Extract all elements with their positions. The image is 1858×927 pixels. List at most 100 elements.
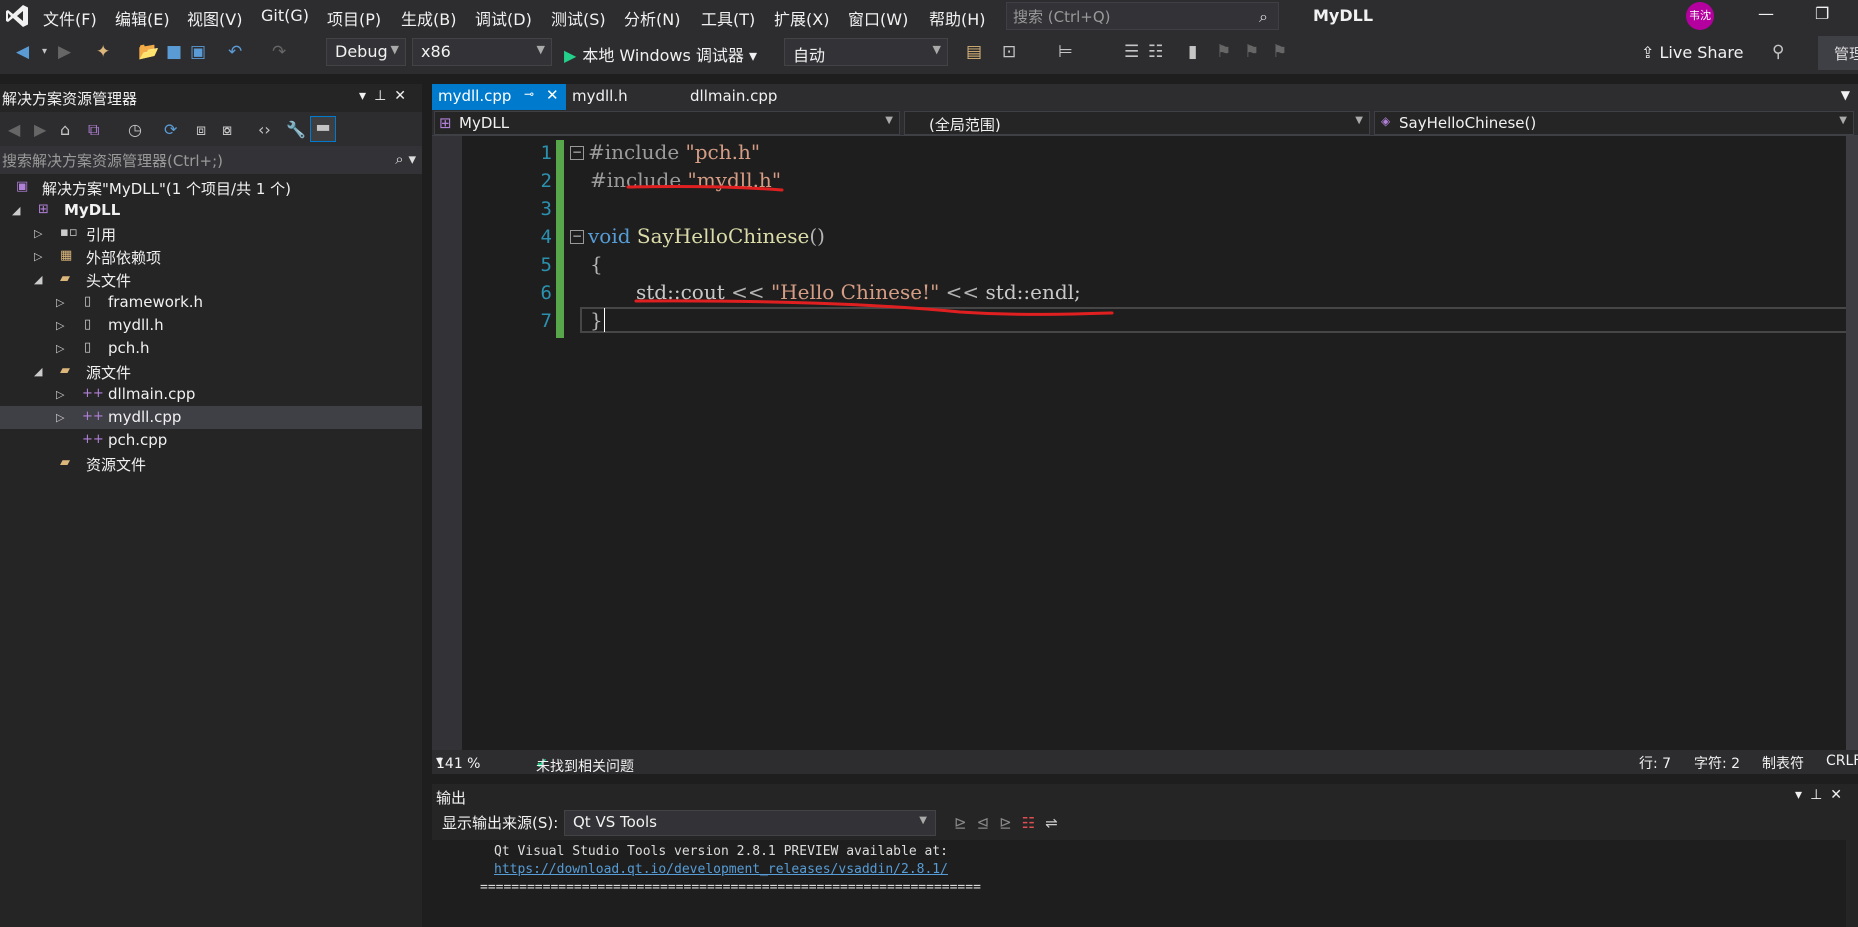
tree-item-references[interactable]: ▷ ▪▫ 引用 <box>0 222 422 245</box>
code-view-icon[interactable]: ‹› <box>258 120 271 139</box>
manage-button[interactable]: 管理 <box>1818 36 1858 70</box>
tree-item-solution[interactable]: ▣ 解决方案"MyDLL"(1 个项目/共 1 个) <box>0 176 422 199</box>
code-line[interactable]: } <box>590 308 612 332</box>
save-all-icon[interactable]: ▣ <box>190 42 206 62</box>
open-folder-icon[interactable]: 📂 <box>138 42 159 62</box>
tree-item-pch-h[interactable]: ▷ ▯ pch.h <box>0 337 422 360</box>
forward-icon[interactable]: ▶ <box>34 120 46 139</box>
collapsed-arrow-icon[interactable]: ▷ <box>56 388 64 401</box>
show-all-files-icon[interactable]: ⧇ <box>222 120 232 140</box>
prev-message-icon[interactable]: ⊴ <box>977 814 1000 832</box>
redo-icon[interactable]: ↷ <box>272 42 286 62</box>
dropdown-icon[interactable]: ▾ <box>359 88 374 104</box>
tree-item-source-files[interactable]: ◢ ▰ 源文件 <box>0 360 422 383</box>
tree-item-mydll-cpp[interactable]: ▷ ++ mydll.cpp <box>0 406 422 429</box>
auto-select[interactable]: 自动 ▼ <box>784 38 948 66</box>
menu-analyze[interactable]: 分析(N) <box>624 6 680 30</box>
menu-project[interactable]: 项目(P) <box>327 6 381 30</box>
solution-search-input[interactable]: 搜索解决方案资源管理器(Ctrl+;) ⌕ ▾ <box>0 146 422 174</box>
uncomment-icon[interactable]: ☷ <box>1148 42 1163 62</box>
member-dropdown[interactable]: ◈ SayHelloChinese() ▼ <box>1374 111 1854 135</box>
tree-item-pch-cpp[interactable]: ++ pch.cpp <box>0 429 422 452</box>
code-line[interactable]: void SayHelloChinese() <box>588 224 825 248</box>
new-project-icon[interactable]: ✦ <box>96 42 110 62</box>
find-message-icon[interactable]: ⊵ <box>954 814 977 832</box>
back-icon[interactable]: ◀ <box>16 42 29 62</box>
menu-debug[interactable]: 调试(D) <box>475 6 532 30</box>
collapse-icon[interactable]: − <box>570 146 584 160</box>
word-wrap-icon[interactable]: ⇌ <box>1045 814 1068 832</box>
screenshot-icon[interactable]: ⊡ <box>1002 42 1016 62</box>
pending-changes-icon[interactable]: ◷ <box>128 120 142 139</box>
output-link[interactable]: https://download.qt.io/development_relea… <box>494 862 948 877</box>
project-dropdown[interactable]: ⊞ MyDLL ▼ <box>434 111 900 135</box>
switch-views-icon[interactable]: ⧉ <box>88 120 99 140</box>
expanded-arrow-icon[interactable]: ◢ <box>12 204 20 217</box>
menu-build[interactable]: 生成(B) <box>401 6 456 30</box>
tree-item-external-deps[interactable]: ▷ ▦ 外部依赖项 <box>0 245 422 268</box>
code-line[interactable]: #include "pch.h" <box>588 140 760 164</box>
tree-item-framework-h[interactable]: ▷ ▯ framework.h <box>0 291 422 314</box>
collapsed-arrow-icon[interactable]: ▷ <box>34 250 42 263</box>
avatar[interactable]: 韦沈 <box>1686 2 1714 30</box>
next-message-icon[interactable]: ⊵ <box>999 814 1022 832</box>
collapsed-arrow-icon[interactable]: ▷ <box>56 411 64 424</box>
collapse-all-icon[interactable]: ⧈ <box>196 120 206 140</box>
bookmark-prev-icon[interactable]: ⚑ <box>1216 42 1231 62</box>
tab-mydll-h[interactable]: mydll.h <box>566 84 676 110</box>
vertical-scrollbar[interactable] <box>1846 136 1858 750</box>
tree-item-project[interactable]: ◢ ⊞ MyDLL <box>0 199 422 222</box>
preview-selected-icon[interactable]: ▬ <box>310 116 336 142</box>
collapsed-arrow-icon[interactable]: ▷ <box>56 342 64 355</box>
bookmark-next-icon[interactable]: ⚑ <box>1244 42 1259 62</box>
eol-indicator[interactable]: CRLF <box>1826 753 1858 769</box>
tab-list-dropdown-icon[interactable]: ▼ <box>1841 88 1850 102</box>
menu-window[interactable]: 窗口(W) <box>848 6 908 30</box>
bookmark-clear-icon[interactable]: ⚑ <box>1272 42 1287 62</box>
bookmark-icon[interactable]: ▮ <box>1188 42 1197 62</box>
zoom-level[interactable]: 141 % ▾ <box>436 753 480 772</box>
tab-mydll-cpp[interactable]: mydll.cpp ⊸ ✕ <box>432 84 566 110</box>
minimize-icon[interactable]: — <box>1758 4 1774 23</box>
menu-edit[interactable]: 编辑(E) <box>115 6 170 30</box>
expanded-arrow-icon[interactable]: ◢ <box>34 273 42 286</box>
pin-icon[interactable]: ⊥ <box>374 88 394 104</box>
tabs-indicator[interactable]: 制表符 <box>1762 753 1804 773</box>
comment-icon[interactable]: ☰ <box>1124 42 1139 62</box>
close-icon[interactable]: ✕ <box>546 86 559 104</box>
sync-icon[interactable]: ⟳ <box>164 120 177 139</box>
home-icon[interactable]: ⌂ <box>60 120 70 139</box>
tree-item-dllmain-cpp[interactable]: ▷ ++ dllmain.cpp <box>0 383 422 406</box>
platform-select[interactable]: x86 ▼ <box>412 38 552 66</box>
restore-icon[interactable]: ❐ <box>1815 4 1829 23</box>
start-debugging-button[interactable]: ▶ 本地 Windows 调试器 ▾ <box>564 42 757 66</box>
menu-extensions[interactable]: 扩展(X) <box>774 6 829 30</box>
close-icon[interactable]: ✕ <box>394 88 414 104</box>
save-icon[interactable]: ■ <box>166 42 182 62</box>
line-indicator[interactable]: 行: 7 <box>1639 753 1671 773</box>
expanded-arrow-icon[interactable]: ◢ <box>34 365 42 378</box>
menu-test[interactable]: 测试(S) <box>551 6 606 30</box>
tab-dllmain-cpp[interactable]: dllmain.cpp <box>684 84 814 110</box>
code-editor[interactable]: 1 2 3 4 5 6 7 − − #include "pch.h" #incl… <box>432 136 1858 750</box>
code-line[interactable]: { <box>590 252 603 276</box>
collapsed-arrow-icon[interactable]: ▷ <box>56 296 64 309</box>
menu-file[interactable]: 文件(F) <box>43 6 97 30</box>
code-line[interactable]: #include "mydll.h" <box>590 168 781 192</box>
forward-icon[interactable]: ▶ <box>58 42 71 62</box>
menu-git[interactable]: Git(G) <box>261 6 309 25</box>
collapse-icon[interactable]: − <box>570 230 584 244</box>
pin-icon[interactable]: ⊥ <box>1810 787 1830 803</box>
tree-item-resource-files[interactable]: ▰ 资源文件 <box>0 452 422 475</box>
menu-tools[interactable]: 工具(T) <box>701 6 755 30</box>
collapsed-arrow-icon[interactable]: ▷ <box>34 227 42 240</box>
close-icon[interactable]: ✕ <box>1830 787 1850 803</box>
tree-item-mydll-h[interactable]: ▷ ▯ mydll.h <box>0 314 422 337</box>
dropdown-icon[interactable]: ▾ <box>1795 787 1810 803</box>
feedback-icon[interactable]: ⚲ <box>1772 42 1784 62</box>
code-line[interactable]: std::cout << "Hello Chinese!" << std::en… <box>636 280 1081 304</box>
undo-icon[interactable]: ↶ <box>228 42 242 62</box>
pin-icon[interactable]: ⊸ <box>524 87 534 101</box>
output-text[interactable]: Qt Visual Studio Tools version 2.8.1 PRE… <box>432 840 1846 927</box>
search-box[interactable]: 搜索 (Ctrl+Q) ⌕ <box>1006 2 1279 30</box>
